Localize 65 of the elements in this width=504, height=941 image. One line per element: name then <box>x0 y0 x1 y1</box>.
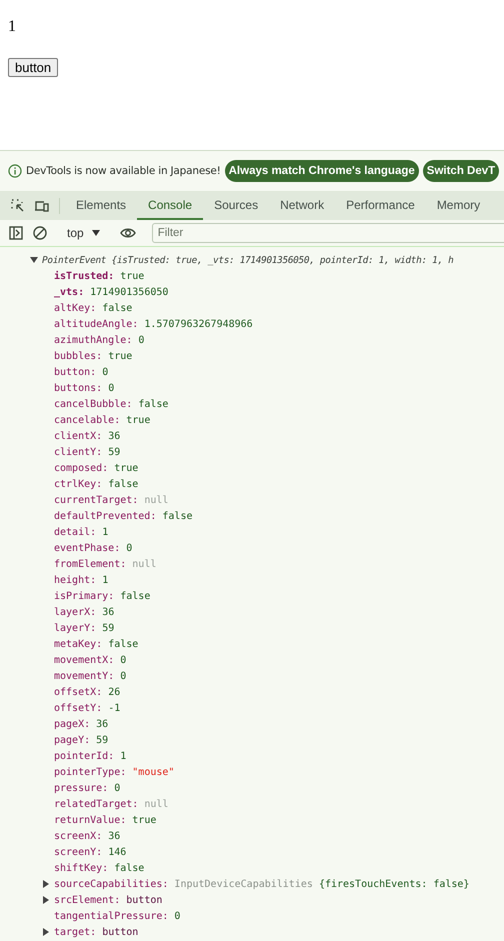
property-line: ctrlKey: false <box>54 478 138 490</box>
property-line: cancelable: true <box>54 414 150 426</box>
property-line: shiftKey: false <box>54 862 144 874</box>
devtools-tab[interactable]: Elements <box>65 192 138 220</box>
inspect-icon[interactable] <box>10 198 26 214</box>
sidebar-icon[interactable] <box>8 225 24 241</box>
property-line: altitudeAngle: 1.5707963267948966 <box>54 318 253 330</box>
devtools-tab[interactable]: Sources <box>203 192 270 220</box>
devtools-tab[interactable]: Memory <box>426 192 492 220</box>
property-line: pointerType: "mouse" <box>54 766 174 778</box>
property-line: button: 0 <box>54 366 108 378</box>
property-line: relatedTarget: null <box>54 798 168 810</box>
expand-triangle-icon[interactable] <box>42 928 50 936</box>
language-button[interactable]: Always match Chrome's language <box>224 160 419 182</box>
property-line: bubbles: true <box>54 350 132 362</box>
property-line: pageY: 59 <box>54 734 108 746</box>
property-line: defaultPrevented: false <box>54 510 192 522</box>
property-line: screenX: 36 <box>54 830 120 842</box>
property-line: _vts: 1714901356050 <box>54 286 168 298</box>
expand-triangle-icon[interactable] <box>30 256 38 264</box>
property-line: buttons: 0 <box>54 382 114 394</box>
property-line: detail: 1 <box>54 526 108 538</box>
devtools-tab[interactable]: Network <box>269 192 336 220</box>
property-line: pointerId: 1 <box>54 750 126 762</box>
property-line: height: 1 <box>54 574 108 586</box>
property-line: tangentialPressure: 0 <box>54 910 180 922</box>
clear-icon[interactable] <box>32 225 48 241</box>
property-line: currentTarget: null <box>54 494 168 506</box>
property-line: fromElement: null <box>54 558 156 570</box>
info-message: DevTools is now available in Japanese! <box>26 165 221 177</box>
property-line: azimuthAngle: 0 <box>54 334 144 346</box>
expand-triangle-icon[interactable] <box>42 896 50 904</box>
devtools-tab[interactable]: Console <box>137 192 204 220</box>
property-line: clientX: 36 <box>54 430 120 442</box>
property-line: isPrimary: false <box>54 590 150 602</box>
property-line: movementY: 0 <box>54 670 126 682</box>
caret-icon <box>92 230 100 236</box>
property-line: offsetY: -1 <box>54 702 120 714</box>
filter-field[interactable]: Filter <box>152 223 504 243</box>
property-line: clientY: 59 <box>54 446 120 458</box>
devtools-tab[interactable]: Performance <box>335 192 426 220</box>
property-line: eventPhase: 0 <box>54 542 132 554</box>
property-line: isTrusted: true <box>54 270 144 282</box>
property-line: movementX: 0 <box>54 654 126 666</box>
property-line: layerX: 36 <box>54 606 114 618</box>
property-line: layerY: 59 <box>54 622 114 634</box>
property-line: sourceCapabilities: InputDeviceCapabilities {firesTouchEvents: false} <box>54 878 470 890</box>
property-line: altKey: false <box>54 302 132 314</box>
property-line: pressure: 0 <box>54 782 120 794</box>
property-line: offsetX: 26 <box>54 686 120 698</box>
property-line: returnValue: true <box>54 814 156 826</box>
info-icon <box>8 164 22 178</box>
counter-text: 1 <box>8 18 16 36</box>
property-line: screenY: 146 <box>54 846 126 858</box>
event-summary: PointerEvent {isTrusted: true, _vts: 1714901356050, pointerId: 1, width: 1, h <box>42 254 454 266</box>
property-line: target: button <box>54 926 138 938</box>
page-button[interactable]: button <box>8 58 58 77</box>
context-dropdown[interactable]: top <box>63 226 104 240</box>
expand-triangle-icon[interactable] <box>42 880 50 888</box>
language-button[interactable]: Switch DevT <box>422 160 500 182</box>
property-line: pageX: 36 <box>54 718 108 730</box>
property-line: srcElement: button <box>54 894 162 906</box>
property-line: metaKey: false <box>54 638 138 650</box>
property-line: cancelBubble: false <box>54 398 168 410</box>
property-line: composed: true <box>54 462 138 474</box>
